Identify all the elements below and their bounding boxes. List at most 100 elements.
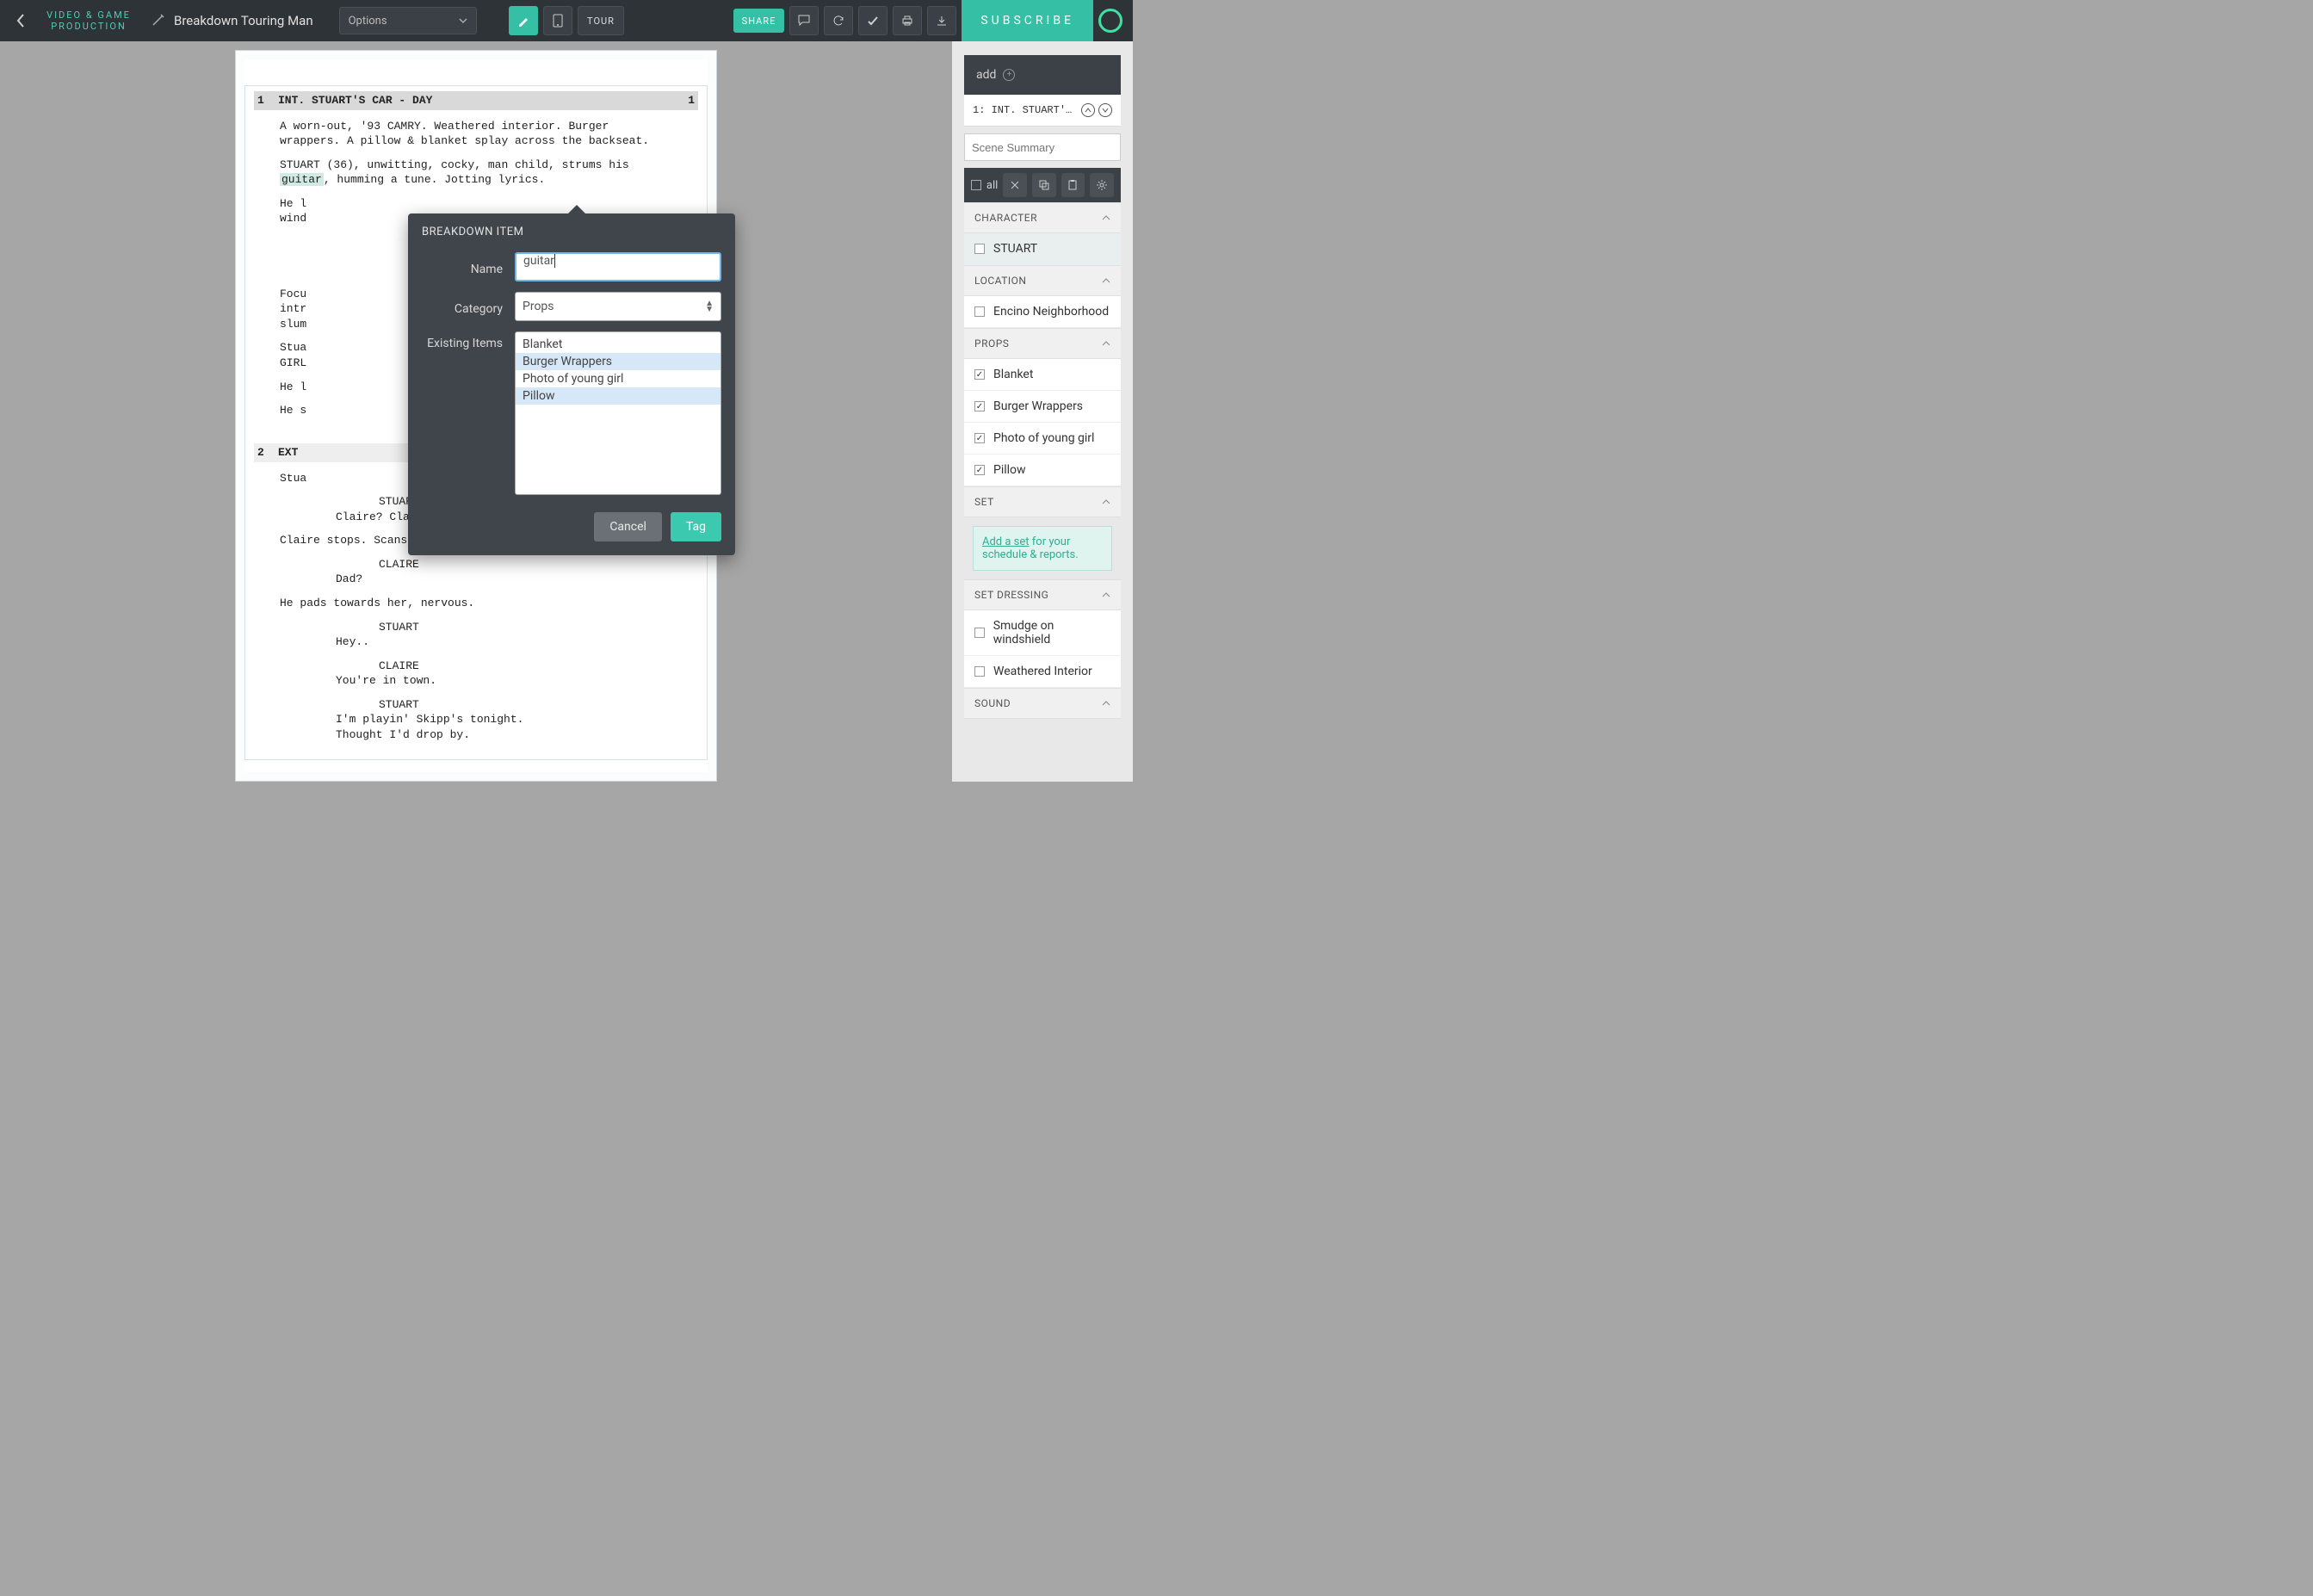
copy-icon[interactable] — [1032, 173, 1056, 197]
item-label: Encino Neighborhood — [993, 305, 1109, 319]
item-checkbox[interactable] — [974, 369, 985, 380]
category-header[interactable]: PROPS — [964, 328, 1121, 359]
brand-label: VIDEO & GAME PRODUCTION — [41, 9, 136, 32]
panel-toolbar: all — [964, 168, 1121, 202]
chevron-up-icon — [1102, 498, 1110, 506]
category-header[interactable]: SET — [964, 486, 1121, 517]
sync-button[interactable] — [824, 6, 853, 35]
existing-item[interactable]: Photo of young girl — [516, 370, 720, 387]
existing-items-list[interactable]: BlanketBurger WrappersPhoto of young gir… — [515, 331, 721, 495]
chevron-down-icon — [459, 16, 467, 25]
category-select[interactable]: Props ▲▼ — [515, 292, 721, 321]
item-label: Weathered Interior — [993, 665, 1092, 678]
breakdown-item-modal: BREAKDOWN ITEM Name guitar Category Prop… — [408, 213, 735, 555]
scene-slug: INT. STUART'S CAR - DAY — [278, 93, 674, 108]
add-set-link[interactable]: Add a set — [982, 535, 1030, 548]
back-button[interactable] — [0, 0, 41, 41]
character-cue[interactable]: CLAIRE — [379, 659, 698, 674]
category-header[interactable]: LOCATION — [964, 265, 1121, 296]
tour-button[interactable]: TOUR — [578, 6, 624, 35]
gear-icon[interactable] — [1090, 173, 1114, 197]
category-item[interactable]: Weathered Interior — [964, 656, 1121, 688]
cancel-button[interactable]: Cancel — [594, 512, 662, 541]
name-input[interactable]: guitar — [515, 252, 721, 281]
chevron-up-icon — [1102, 213, 1110, 222]
approve-button[interactable] — [858, 6, 887, 35]
brand-line1: VIDEO & GAME — [41, 9, 136, 21]
select-arrows-icon: ▲▼ — [705, 300, 714, 312]
character-cue[interactable]: CLAIRE — [379, 557, 698, 572]
close-icon[interactable] — [1003, 173, 1027, 197]
download-button[interactable] — [927, 6, 956, 35]
item-checkbox[interactable] — [974, 433, 985, 443]
brand-line2: PRODUCTION — [41, 21, 136, 32]
add-button[interactable]: add + — [964, 55, 1121, 95]
character-cue[interactable]: STUART — [379, 697, 698, 713]
category-item[interactable]: Burger Wrappers — [964, 391, 1121, 423]
item-label: Burger Wrappers — [993, 399, 1083, 413]
paste-icon[interactable] — [1061, 173, 1085, 197]
chat-button[interactable] — [789, 6, 819, 35]
plus-icon: + — [1003, 69, 1015, 81]
item-checkbox[interactable] — [974, 465, 985, 475]
scene-heading-1[interactable]: 1 INT. STUART'S CAR - DAY 1 — [254, 91, 698, 110]
category-item[interactable]: Smudge on windshield — [964, 610, 1121, 656]
share-button[interactable]: SHARE — [733, 9, 785, 33]
dialogue[interactable]: You're in town. — [336, 673, 698, 689]
text: STUART (36), unwitting, cocky, man child… — [280, 158, 629, 171]
avatar[interactable] — [1098, 9, 1122, 33]
category-header[interactable]: SOUND — [964, 688, 1121, 719]
modal-title: BREAKDOWN ITEM — [408, 213, 735, 247]
category-item[interactable]: Encino Neighborhood — [964, 296, 1121, 328]
item-checkbox[interactable] — [974, 244, 985, 254]
dialogue[interactable]: Dad? — [336, 572, 698, 587]
item-checkbox[interactable] — [974, 306, 985, 317]
item-label: Smudge on windshield — [993, 619, 1110, 646]
existing-item[interactable]: Blanket — [516, 336, 720, 353]
name-value: guitar — [523, 254, 554, 268]
select-all-checkbox[interactable] — [971, 180, 981, 190]
item-checkbox[interactable] — [974, 628, 985, 638]
dialogue[interactable]: I'm playin' Skipp's tonight. Thought I'd… — [336, 712, 698, 742]
category-item[interactable]: STUART — [964, 233, 1121, 265]
item-label: Pillow — [993, 463, 1026, 477]
category-item[interactable]: Photo of young girl — [964, 423, 1121, 455]
doc-title[interactable]: Breakdown Touring Man — [174, 13, 313, 28]
doc-title-wrap: Breakdown Touring Man — [152, 13, 313, 28]
modal-actions: Cancel Tag — [408, 500, 735, 555]
subscribe-button[interactable]: SUBSCRIBE — [962, 0, 1093, 41]
options-dropdown[interactable]: Options — [339, 7, 477, 34]
item-checkbox[interactable] — [974, 666, 985, 677]
print-button[interactable] — [893, 6, 922, 35]
scene-summary-input[interactable] — [964, 133, 1121, 161]
category-header[interactable]: SET DRESSING — [964, 579, 1121, 610]
topbar-center: TOUR — [509, 6, 624, 35]
item-label: Blanket — [993, 368, 1033, 381]
existing-item[interactable]: Burger Wrappers — [516, 353, 720, 370]
category-header[interactable]: CHARACTER — [964, 202, 1121, 233]
character-cue[interactable]: STUART — [379, 620, 698, 635]
scene-next-button[interactable] — [1098, 103, 1112, 117]
action-para[interactable]: STUART (36), unwitting, cocky, man child… — [280, 158, 672, 188]
scene-prev-button[interactable] — [1081, 103, 1095, 117]
action-para[interactable]: A worn-out, '93 CAMRY. Weathered interio… — [280, 119, 672, 149]
action-para[interactable]: He pads towards her, nervous. — [280, 596, 672, 611]
topbar-right: SHARE SUBSCRIBE — [733, 0, 1133, 41]
tagged-word[interactable]: guitar — [280, 173, 324, 186]
device-preview-button[interactable] — [543, 6, 572, 35]
top-bar: VIDEO & GAME PRODUCTION Breakdown Tourin… — [0, 0, 1133, 41]
category-title: LOCATION — [974, 275, 1026, 287]
category-item[interactable]: Blanket — [964, 359, 1121, 391]
add-label: add — [976, 68, 996, 82]
item-checkbox[interactable] — [974, 401, 985, 411]
highlighter-button[interactable] — [509, 6, 538, 35]
set-callout[interactable]: Add a set for your schedule & reports. — [973, 526, 1112, 571]
category-title: SET DRESSING — [974, 589, 1048, 601]
dialogue[interactable]: Hey.. — [336, 634, 698, 650]
chevron-up-icon — [1102, 591, 1110, 599]
text: , humming a tune. Jotting lyrics. — [324, 173, 545, 186]
category-item[interactable]: Pillow — [964, 455, 1121, 486]
tag-button[interactable]: Tag — [671, 512, 721, 541]
item-label: Photo of young girl — [993, 431, 1094, 445]
existing-item[interactable]: Pillow — [516, 387, 720, 405]
